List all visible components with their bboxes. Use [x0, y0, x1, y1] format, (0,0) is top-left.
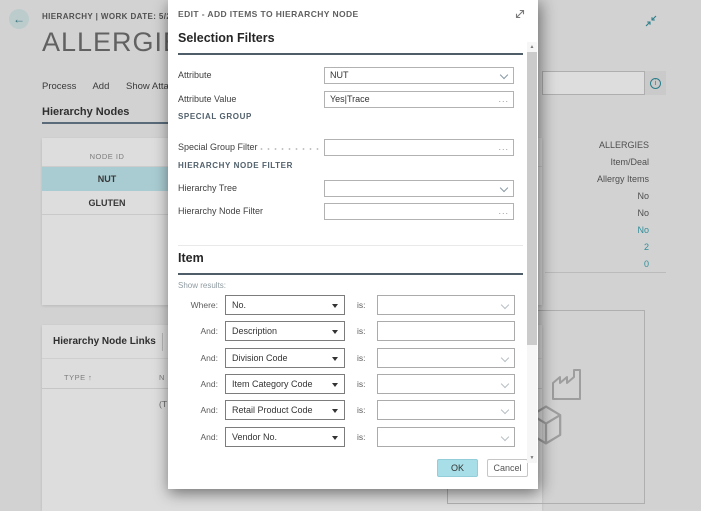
dotted-leader: [258, 147, 320, 151]
chevron-down-icon[interactable]: [501, 406, 509, 414]
selection-filters-heading: Selection Filters: [178, 31, 275, 45]
chevron-down-icon[interactable]: [501, 380, 509, 388]
filter-field-select[interactable]: Vendor No.: [225, 427, 345, 447]
is-label: is:: [357, 379, 366, 389]
select-arrow-icon: [332, 357, 338, 361]
filter-value-input[interactable]: [377, 321, 515, 341]
field-label: Hierarchy Tree: [178, 183, 237, 193]
filter-field-select[interactable]: Division Code: [225, 348, 345, 368]
section-divider: [178, 245, 523, 246]
scrollbar-thumb[interactable]: [527, 52, 537, 345]
is-label: is:: [357, 353, 366, 363]
edit-add-items-dialog: EDIT - ADD ITEMS TO HIERARCHY NODE Selec…: [168, 0, 538, 489]
filter-value-combobox[interactable]: [377, 400, 515, 420]
hierarchy-node-filter-header: HIERARCHY NODE FILTER: [178, 161, 293, 170]
field-label: Attribute: [178, 70, 212, 80]
field-row-attribute-value: Attribute Value Yes|Trace ...: [178, 91, 523, 108]
filter-value-combobox[interactable]: [377, 348, 515, 368]
filter-field-select[interactable]: No.: [225, 295, 345, 315]
conjunction-label: And:: [178, 326, 218, 336]
select-arrow-icon: [332, 409, 338, 413]
item-filter-row: Where: No. is:: [178, 295, 523, 315]
chevron-down-icon[interactable]: [500, 71, 508, 79]
conjunction-label: And:: [178, 405, 218, 415]
chevron-down-icon[interactable]: [501, 301, 509, 309]
chevron-down-icon[interactable]: [500, 184, 508, 192]
special-group-header: SPECIAL GROUP: [178, 112, 252, 121]
is-label: is:: [357, 300, 366, 310]
heading-rule: [178, 53, 523, 55]
hierarchy-tree-dropdown[interactable]: [324, 180, 514, 197]
item-heading: Item: [178, 251, 204, 265]
conjunction-label: And:: [178, 379, 218, 389]
scroll-up-icon[interactable]: ▲: [527, 43, 537, 51]
select-arrow-icon: [332, 304, 338, 308]
show-results-label: Show results:: [178, 281, 226, 290]
attribute-value-input[interactable]: Yes|Trace ...: [324, 91, 514, 108]
filter-value-combobox[interactable]: [377, 295, 515, 315]
field-row-hierarchy-node-filter: Hierarchy Node Filter ...: [178, 203, 523, 220]
chevron-down-icon[interactable]: [501, 433, 509, 441]
screen: ← HIERARCHY | WORK DATE: 5/21/2 ALLERGIE…: [0, 0, 701, 511]
item-filter-row: And: Item Category Code is:: [178, 374, 523, 394]
field-row-special-group-filter: Special Group Filter ...: [178, 139, 523, 156]
is-label: is:: [357, 432, 366, 442]
dialog-scrollbar[interactable]: ▲ ▼: [527, 42, 537, 463]
item-filter-row: And: Retail Product Code is:: [178, 400, 523, 420]
assist-edit-icon[interactable]: ...: [498, 92, 509, 107]
item-filter-row: And: Description is:: [178, 321, 523, 341]
is-label: is:: [357, 405, 366, 415]
select-arrow-icon: [332, 383, 338, 387]
field-label: Hierarchy Node Filter: [178, 206, 263, 216]
conjunction-label: Where:: [178, 300, 218, 310]
expand-icon: [512, 6, 528, 22]
scroll-down-icon[interactable]: ▼: [527, 454, 537, 462]
assist-edit-icon[interactable]: ...: [498, 140, 509, 155]
filter-field-text: Division Code: [232, 353, 288, 363]
dialog-title: EDIT - ADD ITEMS TO HIERARCHY NODE: [178, 9, 359, 19]
filter-field-text: No.: [232, 300, 246, 310]
filter-field-text: Description: [232, 326, 277, 336]
heading-rule: [178, 273, 523, 275]
special-group-filter-input[interactable]: ...: [324, 139, 514, 156]
expand-dialog-button[interactable]: [512, 6, 528, 22]
filter-field-select[interactable]: Description: [225, 321, 345, 341]
chevron-down-icon[interactable]: [501, 354, 509, 362]
field-row-hierarchy-tree: Hierarchy Tree: [178, 180, 523, 197]
field-row-attribute: Attribute NUT: [178, 67, 523, 84]
item-filter-row: And: Vendor No. is:: [178, 427, 523, 447]
attribute-dropdown[interactable]: NUT: [324, 67, 514, 84]
is-label: is:: [357, 326, 366, 336]
attribute-value-text: NUT: [330, 70, 349, 80]
cancel-button[interactable]: Cancel: [487, 459, 528, 477]
filter-value-combobox[interactable]: [377, 427, 515, 447]
attribute-value-text: Yes|Trace: [330, 94, 370, 104]
select-arrow-icon: [332, 330, 338, 334]
filter-field-text: Item Category Code: [232, 379, 313, 389]
filter-value-combobox[interactable]: [377, 374, 515, 394]
item-filter-row: And: Division Code is:: [178, 348, 523, 368]
filter-field-text: Retail Product Code: [232, 405, 313, 415]
field-label: Special Group Filter: [178, 142, 258, 152]
conjunction-label: And:: [178, 353, 218, 363]
assist-edit-icon[interactable]: ...: [498, 204, 509, 219]
filter-field-select[interactable]: Item Category Code: [225, 374, 345, 394]
select-arrow-icon: [332, 436, 338, 440]
conjunction-label: And:: [178, 432, 218, 442]
filter-field-text: Vendor No.: [232, 432, 277, 442]
filter-field-select[interactable]: Retail Product Code: [225, 400, 345, 420]
ok-button[interactable]: OK: [437, 459, 478, 477]
hierarchy-node-filter-input[interactable]: ...: [324, 203, 514, 220]
field-label: Attribute Value: [178, 94, 236, 104]
